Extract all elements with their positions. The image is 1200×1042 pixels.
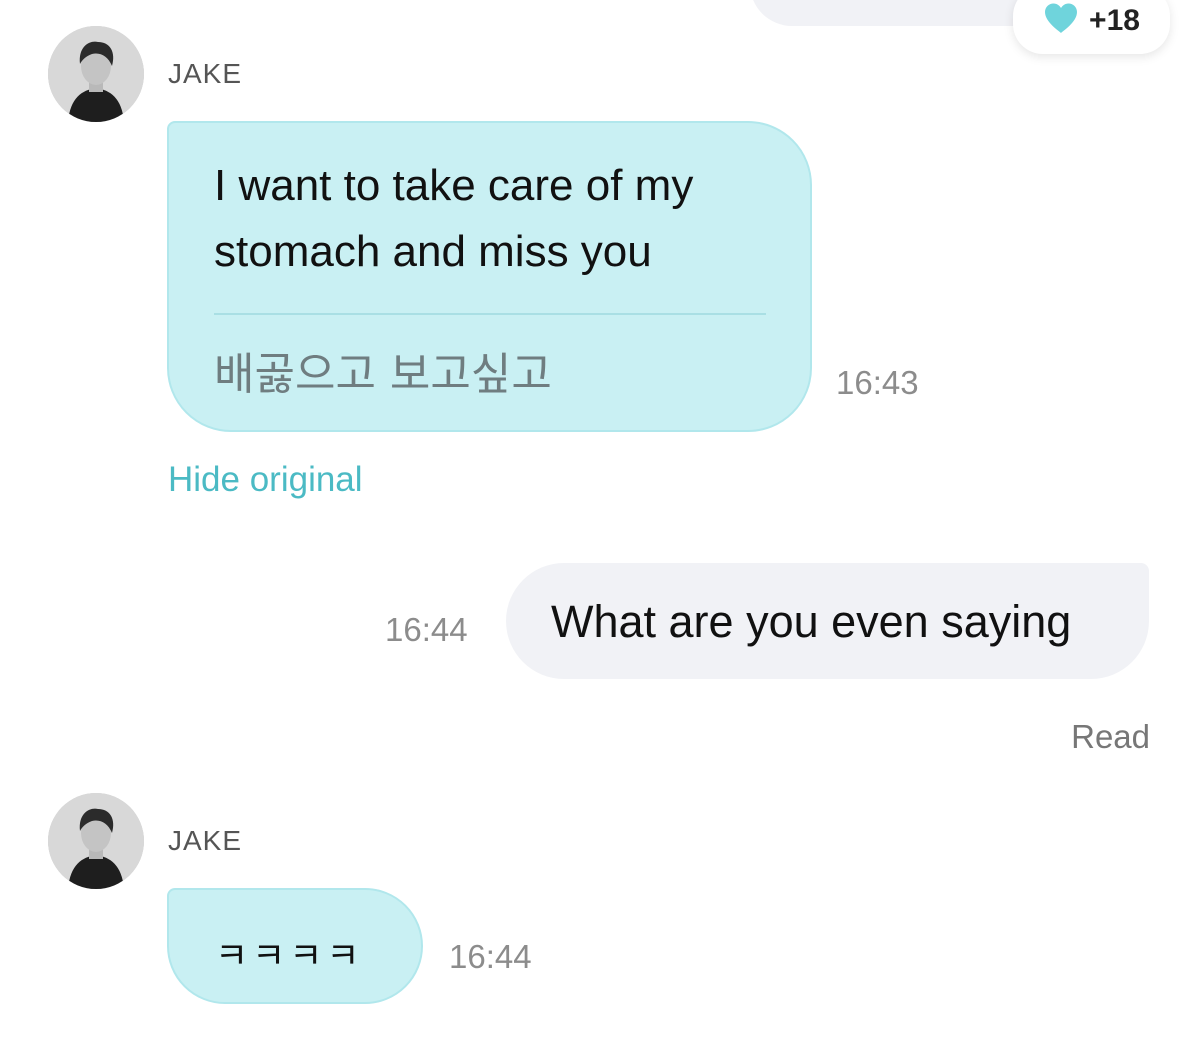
heart-icon [1043,2,1079,39]
hide-original-link[interactable]: Hide original [168,460,363,500]
avatar[interactable] [48,793,144,889]
message-bubble-incoming[interactable]: ㅋㅋㅋㅋ [167,888,423,1004]
message-text: ㅋㅋㅋㅋ [215,936,364,977]
translation-divider [214,313,766,315]
message-time: 16:44 [449,938,532,975]
message-time: 16:43 [836,364,919,401]
sender-name: JAKE [168,825,243,856]
message-time: 16:44 [385,611,468,648]
message-text: What are you even saying [551,596,1072,647]
reaction-badge[interactable]: +18 [1013,0,1170,54]
message-bubble-outgoing[interactable]: What are you even saying [506,563,1149,679]
message-bubble-translated[interactable]: I want to take care of my stomach and mi… [167,121,812,432]
chat-thread: +18 JAKE I want to take care of my stoma… [0,0,1200,1042]
reaction-count: +18 [1089,4,1140,37]
avatar[interactable] [48,26,144,122]
read-receipt: Read [1071,718,1150,755]
original-text: 배곯으고 보고싶고 [214,349,552,400]
sender-name: JAKE [168,58,243,89]
translated-text: I want to take care of my stomach and mi… [214,161,694,276]
